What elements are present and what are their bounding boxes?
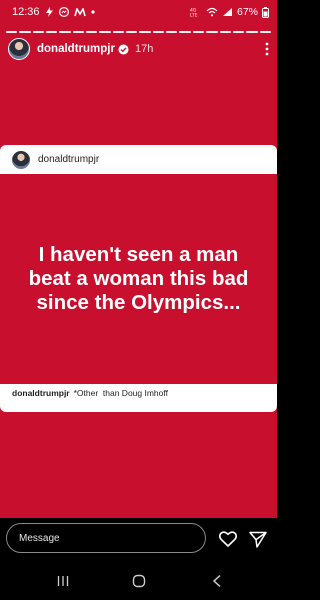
system-nav-bar bbox=[0, 560, 277, 600]
back-icon bbox=[212, 574, 221, 588]
status-time: 12:36 bbox=[12, 6, 40, 18]
story-progress-segment bbox=[6, 31, 18, 33]
story-progress-segment bbox=[206, 31, 218, 33]
status-bar: 12:36 4G LTE 67% bbox=[0, 0, 277, 24]
shared-post-image: I haven't seen a man beat a woman this b… bbox=[0, 174, 277, 384]
shared-post-card[interactable]: donaldtrumpjr I haven't seen a man beat … bbox=[0, 145, 277, 412]
story-progress-segment bbox=[246, 31, 258, 33]
shared-post-caption: donaldtrumpjr *Other than Doug Imhoff bbox=[12, 388, 168, 398]
quote-line-1: I haven't seen a man bbox=[38, 243, 239, 266]
story-progress-segment bbox=[46, 31, 58, 33]
story-time-ago: 17h bbox=[134, 43, 154, 55]
story-header: donaldtrumpjr 17h bbox=[8, 38, 269, 60]
shared-post-header: donaldtrumpjr bbox=[0, 145, 277, 174]
message-input[interactable] bbox=[6, 523, 206, 553]
recent-apps-icon bbox=[57, 576, 69, 586]
messenger-icon bbox=[58, 7, 69, 17]
wifi-icon bbox=[206, 7, 218, 17]
battery-percent: 67% bbox=[236, 6, 258, 18]
story-progress-segment bbox=[139, 31, 151, 33]
story-progress-segment bbox=[126, 31, 138, 33]
quote-line-2: beat a woman this bad bbox=[28, 267, 249, 290]
quote-line-3: since the Olympics... bbox=[36, 291, 241, 314]
story-progress-segment bbox=[19, 31, 31, 33]
lte-signal-icon: 4G LTE bbox=[190, 7, 202, 18]
app-m-icon bbox=[73, 7, 86, 17]
send-icon bbox=[249, 531, 267, 548]
story-progress-segment bbox=[166, 31, 178, 33]
home-button[interactable] bbox=[127, 573, 151, 589]
story-progress-segment bbox=[112, 31, 125, 33]
status-right: 4G LTE 67% bbox=[190, 6, 269, 18]
story-progress-segment bbox=[232, 31, 245, 33]
heart-icon bbox=[219, 531, 237, 547]
story-progress-segment bbox=[192, 31, 205, 33]
quote-text: I haven't seen a man beat a woman this b… bbox=[19, 243, 259, 315]
story-progress-segment bbox=[152, 31, 165, 33]
story-progress-segment bbox=[86, 31, 98, 33]
caption-username: donaldtrumpjr bbox=[12, 388, 70, 398]
story-progress-segment bbox=[32, 31, 45, 33]
more-options-icon[interactable] bbox=[265, 42, 269, 56]
back-button[interactable] bbox=[205, 573, 229, 589]
lightning-icon bbox=[45, 7, 54, 17]
story-progress-segment bbox=[59, 31, 71, 33]
story-username[interactable]: donaldtrumpjr bbox=[37, 43, 115, 55]
story-progress-segment bbox=[219, 31, 231, 33]
story-progress-segment bbox=[259, 31, 271, 33]
story-progress-segment bbox=[179, 31, 191, 33]
reply-bar bbox=[0, 518, 277, 560]
recent-apps-button[interactable] bbox=[51, 573, 75, 589]
verified-badge-icon bbox=[118, 44, 129, 55]
status-left: 12:36 bbox=[12, 6, 95, 18]
notification-dot-icon bbox=[90, 10, 95, 14]
cell-signal-icon bbox=[222, 7, 233, 17]
story-progress-segment bbox=[72, 31, 85, 33]
story-viewer[interactable]: donaldtrumpjr 17h donaldtrumpjr I haven'… bbox=[0, 24, 277, 518]
like-button[interactable] bbox=[217, 528, 239, 550]
shared-post-avatar bbox=[12, 150, 30, 169]
story-progress-segment bbox=[99, 31, 111, 33]
battery-icon bbox=[262, 6, 269, 18]
caption-text: *Other than Doug Imhoff bbox=[73, 388, 168, 398]
shared-post-username: donaldtrumpjr bbox=[38, 154, 100, 165]
story-progress-bar bbox=[6, 31, 271, 33]
avatar[interactable] bbox=[8, 38, 30, 60]
send-button[interactable] bbox=[247, 528, 269, 550]
svg-text:LTE: LTE bbox=[190, 13, 198, 18]
home-icon bbox=[132, 574, 146, 588]
